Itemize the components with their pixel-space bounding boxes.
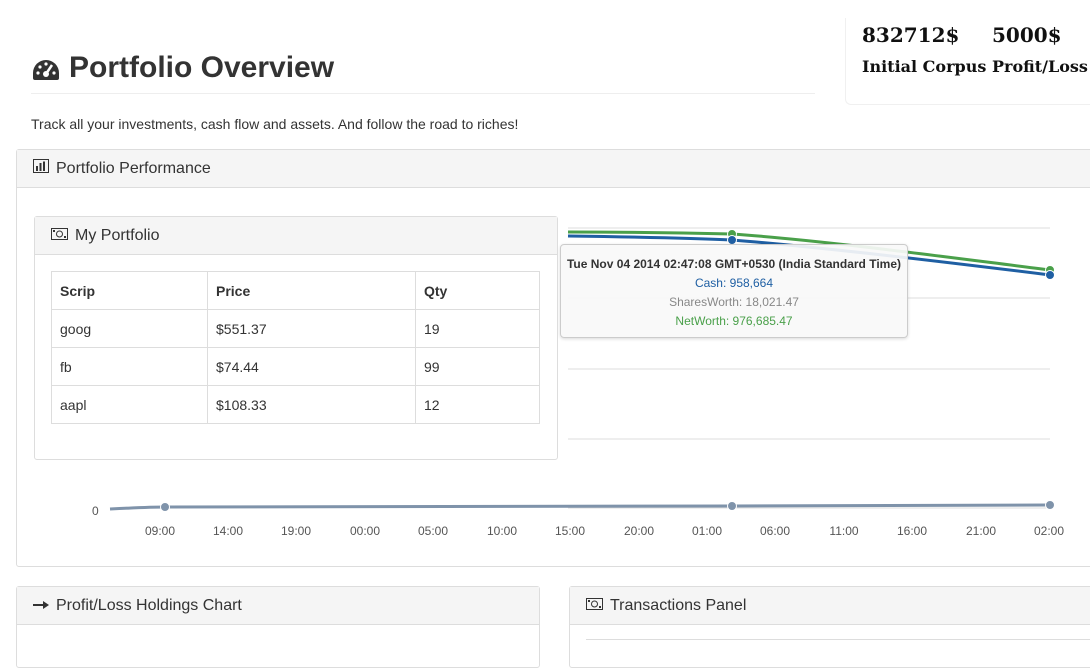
x-tick-label: 02:00 [1033,524,1065,538]
panel-title: Profit/Loss Holdings Chart [56,596,242,614]
table-row: aapl $108.33 12 [51,385,540,424]
x-tick-label: 11:00 [829,524,859,538]
y-tick-label: 0 [92,504,99,518]
cell-scrip: goog [51,309,208,348]
cell-qty: 19 [415,309,540,348]
x-tick-label: 05:00 [417,524,449,538]
x-tick-label: 15:00 [554,524,586,538]
table-row: goog $551.37 19 [51,309,540,348]
my-portfolio-panel: My Portfolio Scrip Price Qty goog $551.3… [34,216,558,460]
transactions-table-top [586,639,1090,640]
x-tick-label: 09:00 [144,524,176,538]
chart-tooltip: Tue Nov 04 2014 02:47:08 GMT+0530 (India… [560,244,908,338]
money-icon [586,597,603,615]
tooltip-shares: SharesWorth: 18,021.47 [669,295,799,309]
panel-title: Transactions Panel [610,596,747,614]
x-tick-label: 14:00 [212,524,244,538]
holdings-table: Scrip Price Qty goog $551.37 19 fb $74.4… [51,271,540,424]
column-header: Qty [415,271,540,310]
tooltip-cash: Cash: 958,664 [694,276,774,290]
cell-qty: 99 [415,347,540,386]
point-sharesworth [160,502,170,512]
point-sharesworth [1045,500,1055,510]
table-row: fb $74.44 99 [51,347,540,386]
point-cash [1045,270,1055,280]
cell-price: $551.37 [207,309,416,348]
panel-heading: My Portfolio [35,217,557,255]
x-tick-label: 00:00 [349,524,381,538]
money-icon [51,227,68,245]
x-tick-label: 10:00 [486,524,518,538]
x-tick-label: 16:00 [896,524,928,538]
column-header: Scrip [51,271,208,310]
tooltip-networth: NetWorth: 976,685.47 [675,314,793,328]
arrow-right-icon [33,597,49,615]
x-tick-label: 20:00 [623,524,655,538]
panel-title: My Portfolio [75,226,160,244]
tooltip-date: Tue Nov 04 2014 02:47:08 GMT+0530 (India… [566,257,902,271]
x-tick-label: 21:00 [965,524,997,538]
panel-heading: Profit/Loss Holdings Chart [17,587,539,625]
cell-qty: 12 [415,385,540,424]
point-sharesworth [727,501,737,511]
cell-price: $74.44 [207,347,416,386]
x-tick-label: 06:00 [759,524,791,538]
panel-heading: Transactions Panel [570,587,1090,625]
x-tick-label: 01:00 [691,524,723,538]
cell-scrip: fb [51,347,208,386]
cell-price: $108.33 [207,385,416,424]
x-tick-label: 19:00 [280,524,312,538]
cell-scrip: aapl [51,385,208,424]
column-header: Price [207,271,416,310]
table-header-row: Scrip Price Qty [51,271,540,310]
